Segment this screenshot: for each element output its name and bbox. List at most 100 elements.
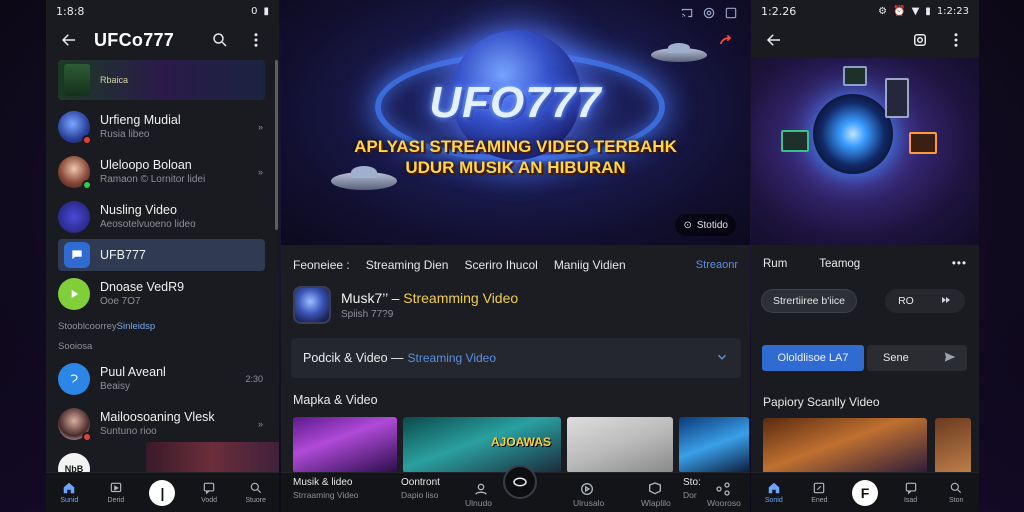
- nav-item-wooroso[interactable]: Wooroso: [707, 497, 741, 509]
- hero-banner[interactable]: UFO777 APLYASI STREAMING VIDEO TERBAHK U…: [281, 0, 750, 245]
- nav-label: Ened: [811, 497, 828, 504]
- play-icon: [58, 277, 90, 310]
- ro-pill-label: RO: [898, 295, 914, 307]
- nav-item-wlaplilo[interactable]: Wlaplilo: [641, 497, 671, 509]
- nav-item-content[interactable]: Oontront Dapio liso: [401, 477, 440, 501]
- share-nodes-icon[interactable]: [715, 481, 731, 497]
- nav-item-ulnudo[interactable]: Ulnudo: [465, 497, 492, 509]
- video-thumbnail[interactable]: AJOAWAS: [403, 417, 561, 473]
- background-crowd-left: [0, 252, 46, 512]
- bottom-nav: Musik & lideo Strraaming Video Oontront …: [281, 465, 750, 512]
- settings-icon[interactable]: [702, 6, 716, 20]
- list-item[interactable]: Urfieng Mudial Rusia libeo »: [46, 104, 275, 149]
- studio-chip[interactable]: ⊙ Stotido: [675, 214, 736, 236]
- category-dropdown[interactable]: Podcik & Video — Streaming Video: [291, 338, 741, 378]
- tab-featured[interactable]: Feoneiee :: [293, 258, 350, 272]
- video-thumbnail[interactable]: [293, 417, 397, 473]
- nav-inbox[interactable]: Isad: [891, 481, 931, 504]
- nav-feed[interactable]: Derid: [96, 481, 136, 504]
- nav-item-ulrusalo[interactable]: Ulrusalo: [573, 497, 604, 509]
- studio-chip-label: Stotido: [696, 219, 728, 231]
- section-label: Sooiosa: [58, 340, 93, 352]
- nav-home[interactable]: Sonid: [754, 481, 794, 504]
- item-subtitle: Ooe 7O7: [100, 296, 141, 307]
- primary-action-button[interactable]: Ololdlisoe LA7: [762, 345, 864, 371]
- status-time: 1:2.26: [761, 4, 797, 18]
- nav-item-music[interactable]: Musik & lideo Strraaming Video: [293, 477, 359, 501]
- nav-subtitle: Ulnudo: [465, 498, 492, 508]
- dropdown-value: Streaming Video: [407, 351, 497, 365]
- app-info-row[interactable]: Musk7’’ – Streamming Video Spiish 77?9: [293, 284, 738, 326]
- back-arrow-icon[interactable]: [763, 29, 785, 51]
- info-link[interactable]: Sinleidsp: [117, 321, 156, 332]
- list-item[interactable]: Dnoase VedR9 Ooe 7O7: [46, 271, 275, 316]
- tab-team[interactable]: Teamog: [819, 258, 860, 270]
- banner-item[interactable]: Rbaica: [58, 60, 265, 100]
- nav-video[interactable]: Vodd: [189, 481, 229, 504]
- cast-icon[interactable]: [680, 6, 694, 20]
- nav-label: Stuore: [245, 497, 266, 504]
- circuit-box-decoration: [909, 132, 937, 154]
- nav-subtitle: Ulrusalo: [573, 498, 605, 508]
- center-fab[interactable]: [503, 465, 537, 499]
- video-thumbnail[interactable]: [679, 417, 749, 473]
- share-button[interactable]: Sene: [867, 345, 967, 371]
- status-time: 1:8:8: [56, 4, 85, 18]
- nav-item-store[interactable]: Sto: Dor: [683, 477, 701, 501]
- background-crowd-right: [978, 252, 1024, 512]
- section-title: Papiory Scanlly Video: [763, 395, 880, 409]
- more-horizontal-icon[interactable]: •••: [952, 258, 967, 270]
- nav-create[interactable]: |: [142, 479, 182, 506]
- list-item[interactable]: Nusling Video Aeosotelvuoeno lideo: [46, 194, 275, 239]
- share-button-label: Sene: [883, 352, 909, 364]
- create-fab-icon[interactable]: F: [851, 479, 878, 506]
- nav-search[interactable]: Stuore: [236, 481, 276, 504]
- info-text: Stooblcoorrey: [58, 320, 117, 332]
- list-item[interactable]: Uleloopo Boloan Ramaon © Lornitor lidei …: [46, 149, 275, 194]
- list-item[interactable]: Puul Aveanl Beaisy 2:30: [46, 356, 275, 401]
- cast-icon[interactable]: [909, 29, 931, 51]
- tagline-line-2: UDUR MUSIK AN HIBURAN: [405, 158, 626, 177]
- tab-scenario[interactable]: Sceriro Ihucol: [464, 258, 537, 272]
- profile-icon[interactable]: [473, 481, 489, 497]
- nav-search[interactable]: Ston: [936, 481, 976, 504]
- list-item[interactable]: Mailoosoaning Vlesk Suntuno rioo »: [46, 401, 275, 446]
- tab-streaming[interactable]: Streaming Dien: [366, 258, 449, 272]
- search-icon[interactable]: [209, 29, 231, 51]
- item-subtitle: Ramaon © Lornitor lidei: [100, 174, 206, 185]
- list-item-selected[interactable]: UFB777: [58, 239, 265, 271]
- section-title: Mapka & Video: [293, 393, 378, 407]
- app-name-prefix: Musk7’’ –: [341, 290, 404, 306]
- chat-box-icon[interactable]: [647, 481, 663, 497]
- back-arrow-icon[interactable]: [58, 29, 80, 51]
- chat-list: Rbaica Urfieng Mudial Rusia libeo » Ulel…: [46, 58, 275, 485]
- camera-hero-image[interactable]: [751, 58, 979, 245]
- streaming-pill[interactable]: Strertiiree b'iice: [761, 289, 857, 313]
- item-title: Mailoosoaning Vlesk: [100, 410, 215, 424]
- gallery-icon[interactable]: [724, 6, 738, 20]
- tab-home[interactable]: Rum: [763, 258, 787, 270]
- create-fab-icon[interactable]: |: [149, 479, 176, 506]
- nav-home[interactable]: Sunid: [49, 481, 89, 504]
- nav-edit[interactable]: Ened: [799, 481, 839, 504]
- nav-create[interactable]: F: [845, 479, 885, 506]
- more-vertical-icon[interactable]: [945, 29, 967, 51]
- video-thumbnail[interactable]: [935, 418, 971, 474]
- nav-subtitle: Wooroso: [707, 498, 741, 508]
- share-arrow-icon[interactable]: [718, 32, 734, 48]
- scrollbar[interactable]: [275, 60, 278, 230]
- tab-more-link[interactable]: Streaonr: [696, 259, 738, 271]
- status-badge: [82, 134, 92, 145]
- tab-music-video[interactable]: Maniig Vidien: [554, 258, 626, 272]
- nav-label: Sunid: [60, 497, 79, 504]
- app-subtitle: Spiish 77?9: [341, 309, 394, 320]
- more-vertical-icon[interactable]: [245, 29, 267, 51]
- app-bar: UFCo777: [46, 22, 279, 58]
- video-thumbnail[interactable]: [763, 418, 927, 474]
- circle-play-icon[interactable]: [579, 481, 595, 497]
- nav-label: Sonid: [764, 497, 783, 504]
- ro-pill[interactable]: RO: [885, 289, 965, 313]
- chat-icon: [905, 482, 916, 495]
- video-thumbnail[interactable]: [146, 442, 279, 474]
- video-thumbnail[interactable]: [567, 417, 673, 473]
